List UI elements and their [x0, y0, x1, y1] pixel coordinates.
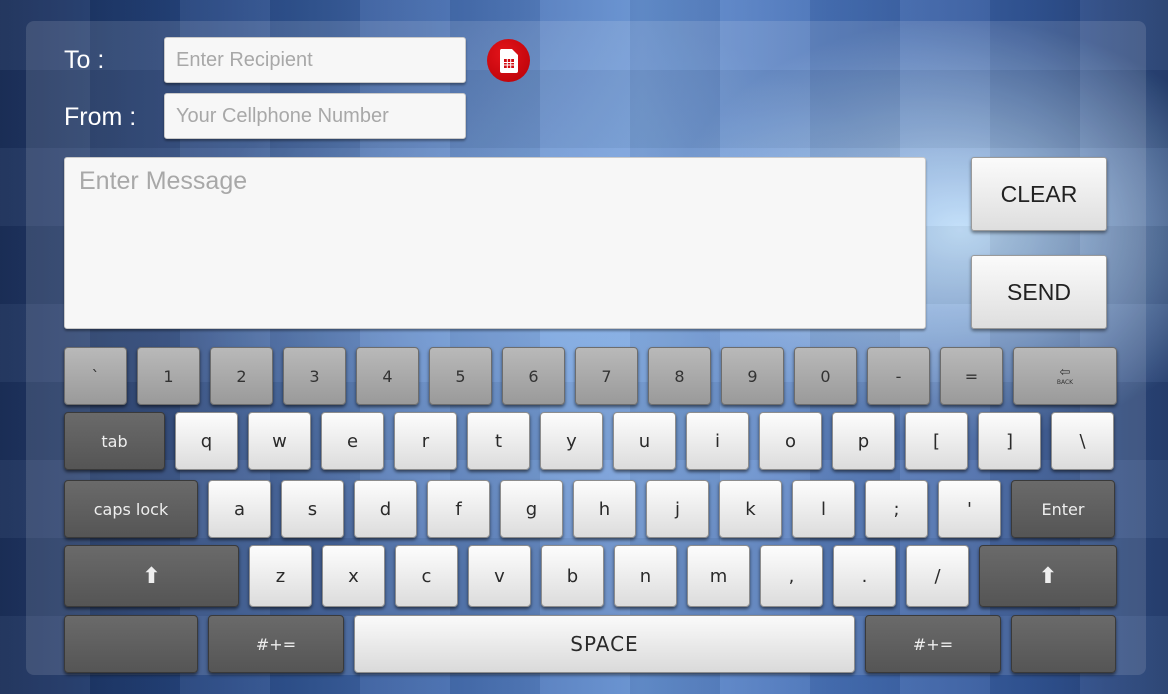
- key-caps-lock[interactable]: caps lock: [64, 480, 198, 538]
- key-v[interactable]: v: [468, 545, 531, 607]
- key-9[interactable]: 9: [721, 347, 784, 405]
- shift-arrow-icon: ⬆: [1038, 563, 1058, 589]
- key-r[interactable]: r: [394, 412, 457, 470]
- key-a[interactable]: a: [208, 480, 271, 538]
- key-minus[interactable]: -: [867, 347, 930, 405]
- key-7[interactable]: 7: [575, 347, 638, 405]
- key-quote[interactable]: ': [938, 480, 1001, 538]
- key-c[interactable]: c: [395, 545, 458, 607]
- key-m[interactable]: m: [687, 545, 750, 607]
- key-s[interactable]: s: [281, 480, 344, 538]
- key-l[interactable]: l: [792, 480, 855, 538]
- key-backslash[interactable]: \: [1051, 412, 1114, 470]
- key-period[interactable]: .: [833, 545, 896, 607]
- key-1[interactable]: 1: [137, 347, 200, 405]
- key-left-bracket[interactable]: [: [905, 412, 968, 470]
- send-button[interactable]: SEND: [971, 255, 1107, 329]
- key-n[interactable]: n: [614, 545, 677, 607]
- key-k[interactable]: k: [719, 480, 782, 538]
- key-comma[interactable]: ,: [760, 545, 823, 607]
- key-space[interactable]: SPACE: [354, 615, 855, 673]
- key-equals[interactable]: =: [940, 347, 1003, 405]
- key-right-bracket[interactable]: ]: [978, 412, 1041, 470]
- key-w[interactable]: w: [248, 412, 311, 470]
- key-d[interactable]: d: [354, 480, 417, 538]
- key-j[interactable]: j: [646, 480, 709, 538]
- key-h[interactable]: h: [573, 480, 636, 538]
- key-symbols-right[interactable]: #+=: [865, 615, 1001, 673]
- key-8[interactable]: 8: [648, 347, 711, 405]
- key-slash[interactable]: /: [906, 545, 969, 607]
- clear-button[interactable]: CLEAR: [971, 157, 1107, 231]
- key-left-shift[interactable]: ⬆: [64, 545, 239, 607]
- key-0[interactable]: 0: [794, 347, 857, 405]
- backspace-arrow-icon: ⇦ BACK: [1056, 365, 1074, 386]
- key-symbols-left[interactable]: #+=: [208, 615, 344, 673]
- key-u[interactable]: u: [613, 412, 676, 470]
- key-2[interactable]: 2: [210, 347, 273, 405]
- shift-arrow-icon: ⬆: [142, 563, 161, 589]
- key-enter[interactable]: Enter: [1011, 480, 1115, 538]
- key-x[interactable]: x: [322, 545, 385, 607]
- key-semicolon[interactable]: ;: [865, 480, 928, 538]
- key-e[interactable]: e: [321, 412, 384, 470]
- key-g[interactable]: g: [500, 480, 563, 538]
- key-4[interactable]: 4: [356, 347, 419, 405]
- key-backtick[interactable]: `: [64, 347, 127, 405]
- key-f[interactable]: f: [427, 480, 490, 538]
- keyboard-row-home: caps lock a s d f g h j k l ; ' Enter: [64, 480, 1115, 538]
- key-q[interactable]: q: [175, 412, 238, 470]
- key-right-shift[interactable]: ⬆: [979, 545, 1117, 607]
- key-p[interactable]: p: [832, 412, 895, 470]
- keyboard-row-qwerty: tab q w e r t y u i o p [ ] \: [64, 412, 1114, 470]
- key-blank-right[interactable]: [1011, 615, 1116, 673]
- key-5[interactable]: 5: [429, 347, 492, 405]
- recipient-input[interactable]: [164, 37, 466, 83]
- key-6[interactable]: 6: [502, 347, 565, 405]
- key-blank-left[interactable]: [64, 615, 198, 673]
- message-textarea[interactable]: [64, 157, 926, 329]
- from-label: From :: [64, 103, 137, 131]
- sender-number-input[interactable]: [164, 93, 466, 139]
- key-y[interactable]: y: [540, 412, 603, 470]
- key-z[interactable]: z: [249, 545, 312, 607]
- keyboard-row-space: #+= SPACE #+=: [64, 615, 1116, 673]
- key-b[interactable]: b: [541, 545, 604, 607]
- key-3[interactable]: 3: [283, 347, 346, 405]
- keyboard-row-bottom-letters: ⬆ z x c v b n m , . / ⬆: [64, 545, 1117, 607]
- sim-card-button[interactable]: [487, 39, 530, 82]
- backspace-label: BACK: [1056, 379, 1074, 386]
- key-o[interactable]: o: [759, 412, 822, 470]
- sim-card-icon: [499, 48, 518, 73]
- key-i[interactable]: i: [686, 412, 749, 470]
- key-tab[interactable]: tab: [64, 412, 165, 470]
- to-label: To :: [64, 46, 105, 74]
- key-t[interactable]: t: [467, 412, 530, 470]
- keyboard-row-numbers: ` 1 2 3 4 5 6 7 8 9 0 - = ⇦ BACK: [64, 347, 1117, 405]
- key-backspace[interactable]: ⇦ BACK: [1013, 347, 1117, 405]
